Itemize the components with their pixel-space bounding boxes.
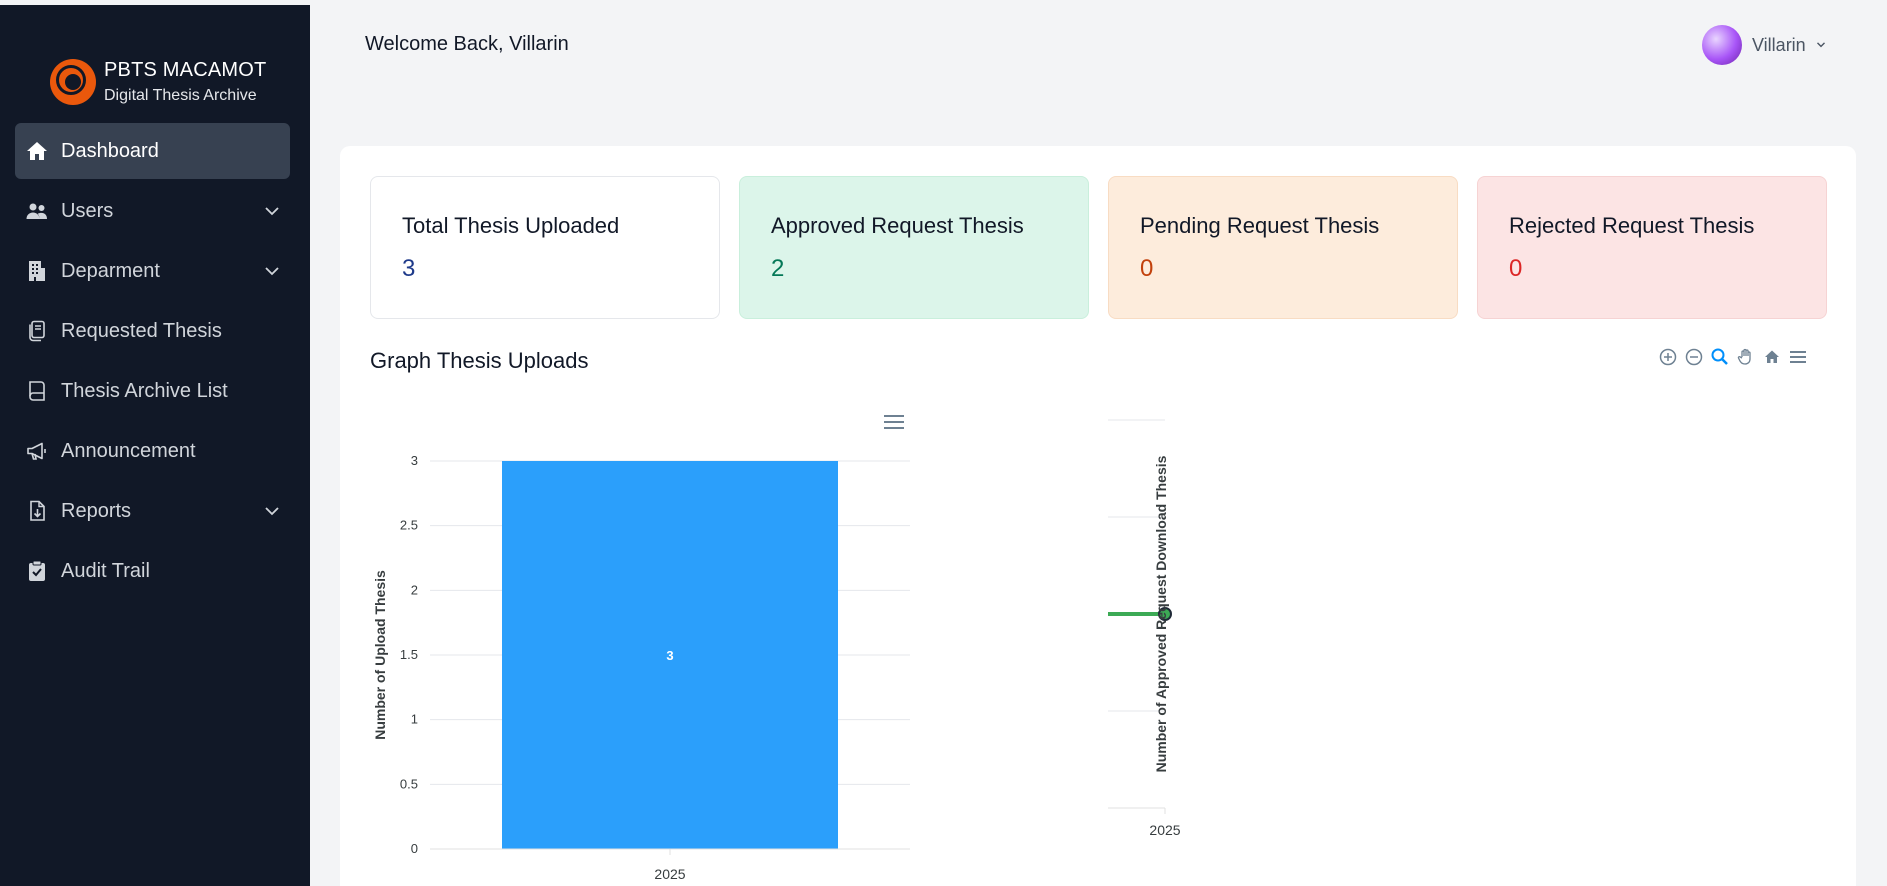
user-menu[interactable]: Villarin — [1702, 25, 1828, 65]
documents-icon — [25, 319, 49, 343]
y-axis-title: Number of Upload Thesis — [372, 570, 388, 740]
clipboard-icon — [25, 559, 49, 583]
chart-menu-icon[interactable] — [884, 415, 904, 429]
sidebar-item-label: Reports — [61, 499, 132, 522]
y-tick-label: 0.5 — [400, 776, 418, 791]
user-name: Villarin — [1752, 34, 1806, 55]
y-tick-label: 1.5 — [400, 647, 418, 662]
sidebar-item-label: Dashboard — [61, 139, 159, 162]
chart-menu-icon[interactable] — [1787, 346, 1809, 368]
stat-card-total-uploaded: Total Thesis Uploaded 3 — [370, 176, 720, 319]
chart-toolbar — [1657, 346, 1809, 368]
zoom-out-icon[interactable] — [1683, 346, 1705, 368]
reset-home-icon[interactable] — [1761, 346, 1783, 368]
sidebar-item-reports[interactable]: Reports — [15, 483, 290, 539]
brand-subtitle: Digital Thesis Archive — [104, 86, 257, 104]
sidebar-item-thesis-archive-list[interactable]: Thesis Archive List — [15, 363, 290, 419]
sidebar-item-label: Thesis Archive List — [61, 379, 228, 402]
y-tick-label: 1 — [411, 712, 418, 727]
stat-value: 3 — [402, 255, 416, 282]
y-tick-label: 3 — [411, 453, 418, 468]
stat-card-pending: Pending Request Thesis 0 — [1108, 176, 1458, 319]
stat-card-rejected: Rejected Request Thesis 0 — [1477, 176, 1827, 319]
zoom-in-icon[interactable] — [1657, 346, 1679, 368]
building-icon — [25, 259, 49, 283]
x-tick-label: 2025 — [654, 866, 685, 882]
stat-value: 2 — [771, 255, 785, 282]
line-chart-svg: 00.511.5220242025YearNumber of Approved … — [510, 412, 1181, 875]
sidebar-item-label: Deparment — [61, 259, 160, 282]
pan-hand-icon[interactable] — [1735, 346, 1757, 368]
sidebar-item-label: Users — [61, 199, 114, 222]
stat-label: Pending Request Thesis — [1140, 213, 1380, 238]
file-download-icon — [25, 499, 49, 523]
chevron-down-icon — [1816, 42, 1825, 48]
x-tick-label: 2025 — [1149, 822, 1180, 838]
graph-title: Graph Thesis Uploads — [370, 348, 589, 373]
book-icon — [25, 379, 49, 403]
sidebar-item-requested-thesis[interactable]: Requested Thesis — [15, 303, 290, 359]
stat-value: 0 — [1509, 255, 1523, 282]
sidebar-item-deparment[interactable]: Deparment — [15, 243, 290, 299]
stat-card-approved: Approved Request Thesis 2 — [739, 176, 1089, 319]
stat-value: 0 — [1140, 255, 1154, 282]
stat-label: Total Thesis Uploaded — [402, 213, 620, 238]
upload-bar-chart: 00.511.522.5332025YearNumber of Upload T… — [370, 378, 930, 886]
megaphone-icon — [25, 439, 49, 463]
sidebar-item-users[interactable]: Users — [15, 183, 290, 239]
stat-label: Approved Request Thesis — [771, 213, 1024, 238]
chevron-down-icon[interactable] — [262, 501, 282, 521]
dashboard-panel: Total Thesis Uploaded 3 Approved Request… — [340, 146, 1856, 886]
y-tick-label: 2.5 — [400, 518, 418, 533]
brand: PBTS MACAMOT Digital Thesis Archive — [0, 5, 310, 115]
data-label: 3 — [666, 648, 673, 663]
stat-label: Rejected Request Thesis — [1509, 213, 1755, 238]
sidebar-item-label: Requested Thesis — [61, 319, 222, 342]
brand-title: PBTS MACAMOT — [104, 58, 267, 81]
y-tick-label: 2 — [411, 582, 418, 597]
sidebar-item-dashboard[interactable]: Dashboard — [15, 123, 290, 179]
users-icon — [25, 199, 49, 223]
brand-logo — [50, 58, 96, 105]
sidebar-item-label: Announcement — [61, 439, 196, 462]
bar-chart-svg: 00.511.522.5332025YearNumber of Upload T… — [372, 415, 910, 882]
chevron-down-icon[interactable] — [262, 261, 282, 281]
avatar — [1702, 25, 1742, 65]
approved-line-chart: 00.511.5220242025YearNumber of Approved … — [510, 366, 1858, 875]
zoom-selection-icon[interactable] — [1709, 346, 1731, 368]
sidebar-item-label: Audit Trail — [61, 559, 150, 582]
sidebar-item-announcement[interactable]: Announcement — [15, 423, 290, 479]
sidebar-nav: Dashboard Users Deparment Requested Thesis T… — [0, 123, 310, 599]
y-tick-label: 0 — [411, 841, 418, 856]
y-axis-title: Number of Approved Request Download Thes… — [1153, 455, 1169, 772]
welcome-message: Welcome Back, Villarin — [365, 33, 569, 55]
home-icon — [25, 139, 49, 163]
sidebar-item-audit-trail[interactable]: Audit Trail — [15, 543, 290, 599]
chevron-down-icon[interactable] — [262, 201, 282, 221]
sidebar: PBTS MACAMOT Digital Thesis Archive Dash… — [0, 5, 310, 886]
